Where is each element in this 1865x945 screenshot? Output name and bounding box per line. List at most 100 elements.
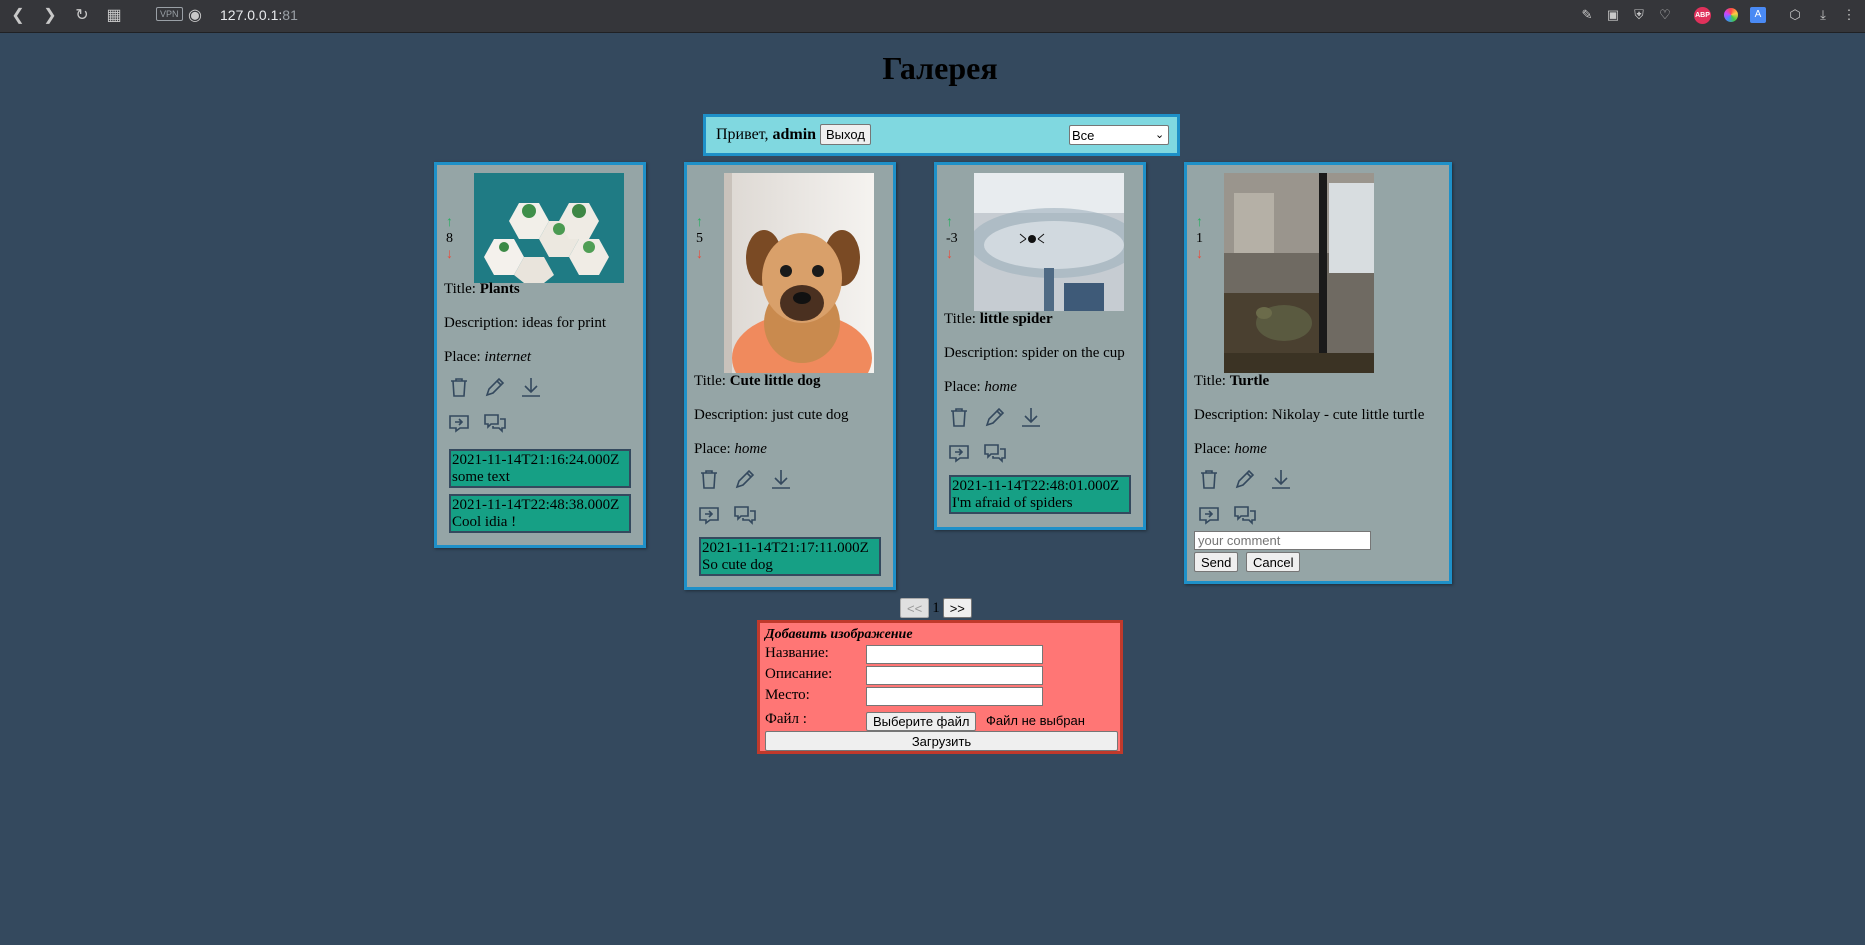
card-description: Description: just cute dog [694, 407, 849, 424]
share-icon[interactable] [447, 411, 471, 435]
downvote-arrow-icon[interactable]: ↓ [696, 247, 703, 263]
comment-text: I'm afraid of spiders [952, 495, 1073, 511]
back-icon[interactable]: ❮ [8, 6, 28, 26]
place-value: home [984, 379, 1017, 395]
comments-icon[interactable] [983, 441, 1007, 465]
image-spider[interactable] [974, 173, 1124, 311]
comments-icon[interactable] [1233, 503, 1257, 527]
upvote-arrow-icon[interactable]: ↑ [446, 215, 453, 231]
place-label: Place: [694, 441, 731, 457]
greeting: Привет, admin [716, 126, 816, 144]
place-value: home [734, 441, 767, 457]
next-page-button[interactable]: >> [942, 598, 972, 618]
gallery-card: ↑ -3 ↓ Title: little spider Description:… [934, 162, 1146, 530]
reload-icon[interactable]: ↻ [72, 6, 92, 26]
tabs-grid-icon[interactable]: ▦ [104, 6, 124, 26]
description-value: just cute dog [771, 407, 849, 423]
download-icon[interactable]: ⤓ [1814, 6, 1832, 24]
filter-select[interactable]: Все [1069, 125, 1169, 145]
pencil-icon[interactable] [733, 467, 757, 491]
gallery-card: ↑ 8 ↓ Title: Plants Description: ideas f… [434, 162, 646, 548]
image-plants[interactable] [474, 173, 624, 283]
share-icon[interactable] [1197, 503, 1221, 527]
image-turtle[interactable] [1224, 173, 1374, 373]
name-label: Название: [765, 645, 829, 661]
address-bar[interactable]: 127.0.0.1:81 [220, 7, 298, 23]
downvote-arrow-icon[interactable]: ↓ [446, 247, 453, 263]
card-actions [947, 405, 1043, 429]
prev-page-button[interactable]: << [900, 598, 930, 618]
description-label: Description: [944, 345, 1019, 361]
pencil-icon[interactable] [483, 375, 507, 399]
trash-icon[interactable] [947, 405, 971, 429]
box-icon[interactable]: ⬡ [1786, 6, 1804, 24]
name-field[interactable] [866, 645, 1043, 664]
upvote-arrow-icon[interactable]: ↑ [696, 215, 703, 231]
description-label: Описание: [765, 666, 833, 682]
card-title: Title: little spider [944, 311, 1053, 328]
adblock-icon[interactable]: ABP [1694, 7, 1711, 24]
card-actions-secondary [697, 503, 757, 527]
downvote-arrow-icon[interactable]: ↓ [1196, 247, 1203, 263]
place-label: Место: [765, 687, 810, 703]
card-place: Place: internet [444, 349, 531, 366]
edit-icon[interactable]: ✎ [1578, 6, 1596, 24]
shield-icon[interactable]: ⛨ [1630, 6, 1648, 24]
comment-date: 2021-11-14T21:17:11.000Z [702, 540, 869, 556]
title-label: Title: [444, 281, 476, 297]
upvote-arrow-icon[interactable]: ↑ [1196, 215, 1203, 231]
title-value: Turtle [1229, 373, 1270, 389]
title-value: Plants [479, 281, 520, 297]
share-icon[interactable] [947, 441, 971, 465]
vote-widget: ↑ 1 ↓ [1196, 215, 1203, 263]
place-label: Place: [1194, 441, 1231, 457]
place-label: Place: [944, 379, 981, 395]
current-page: 1 [932, 599, 940, 616]
logout-button[interactable]: Выход [820, 124, 871, 145]
upload-button[interactable]: Загрузить [765, 731, 1118, 751]
trash-icon[interactable] [697, 467, 721, 491]
download-icon[interactable] [1269, 467, 1293, 491]
pencil-icon[interactable] [1233, 467, 1257, 491]
vpn-badge[interactable]: VPN [156, 7, 183, 21]
title-value: little spider [979, 311, 1053, 327]
camera-icon[interactable]: ▣ [1604, 6, 1622, 24]
download-icon[interactable] [1019, 405, 1043, 429]
menu-icon[interactable]: ⋮ [1840, 6, 1858, 24]
download-icon[interactable] [519, 375, 543, 399]
rating-value: 1 [1196, 231, 1203, 246]
comment-text: So cute dog [702, 557, 773, 573]
place-field[interactable] [866, 687, 1043, 706]
colorpicker-icon[interactable] [1724, 8, 1738, 22]
card-actions [447, 375, 543, 399]
rating-value: 8 [446, 231, 453, 246]
cancel-comment-button[interactable]: Cancel [1246, 552, 1301, 572]
comment-input[interactable] [1194, 531, 1371, 550]
upvote-arrow-icon[interactable]: ↑ [946, 215, 958, 231]
heart-icon[interactable]: ♡ [1656, 6, 1674, 24]
share-icon[interactable] [697, 503, 721, 527]
title-value: Cute little dog [729, 373, 821, 389]
rating-value: -3 [946, 231, 958, 246]
image-dog[interactable] [724, 173, 874, 373]
download-icon[interactable] [769, 467, 793, 491]
pencil-icon[interactable] [983, 405, 1007, 429]
send-comment-button[interactable]: Send [1194, 552, 1239, 572]
place-label: Place: [444, 349, 481, 365]
card-description: Description: spider on the cup [944, 345, 1125, 362]
description-value: Nikolay - cute little turtle [1271, 407, 1425, 423]
trash-icon[interactable] [1197, 467, 1221, 491]
description-field[interactable] [866, 666, 1043, 685]
comments-icon[interactable] [483, 411, 507, 435]
vote-widget: ↑ 5 ↓ [696, 215, 703, 263]
choose-file-button[interactable]: Выберите файл [866, 712, 977, 731]
forward-icon[interactable]: ❯ [40, 6, 60, 26]
globe-icon[interactable]: ◉ [185, 6, 205, 26]
trash-icon[interactable] [447, 375, 471, 399]
vote-widget: ↑ 8 ↓ [446, 215, 453, 263]
comment-item: 2021-11-14T21:17:11.000Z So cute dog [699, 537, 881, 576]
downvote-arrow-icon[interactable]: ↓ [946, 247, 958, 263]
translate-icon[interactable]: A [1750, 7, 1766, 23]
comments-icon[interactable] [733, 503, 757, 527]
comment-date: 2021-11-14T22:48:01.000Z [952, 478, 1120, 494]
